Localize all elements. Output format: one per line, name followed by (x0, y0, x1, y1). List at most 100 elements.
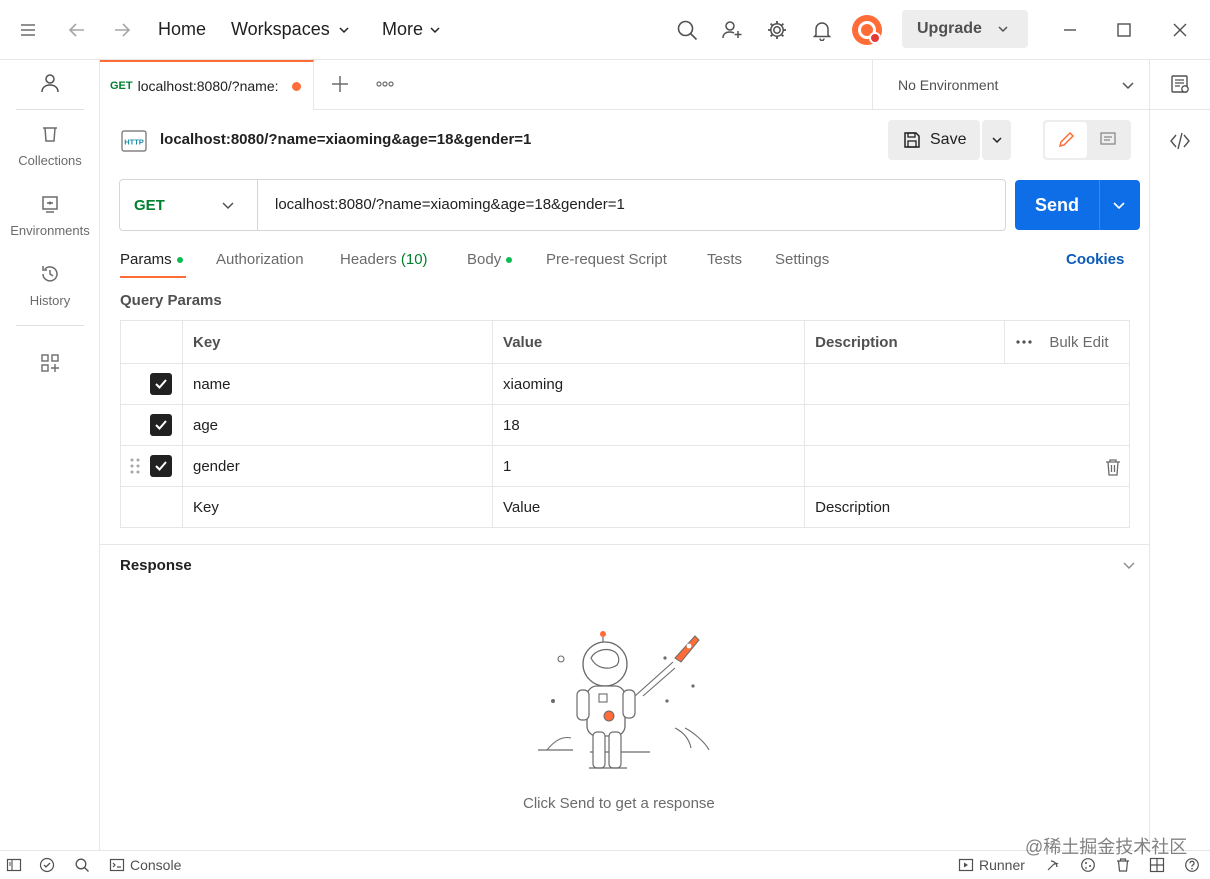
back-arrow-icon[interactable] (67, 20, 87, 40)
comments-button[interactable] (1087, 122, 1129, 158)
upgrade-button[interactable]: Upgrade (902, 10, 1028, 48)
astronaut-rocket-illustration (535, 628, 715, 773)
save-label: Save (930, 131, 967, 148)
tab-headers-label: Headers (340, 251, 397, 268)
left-sidebar: Collections Environments History (0, 60, 100, 850)
invite-user-icon[interactable] (721, 19, 743, 41)
unsaved-dot-icon[interactable] (291, 81, 301, 91)
sidebar-divider (16, 109, 84, 110)
send-button[interactable]: Send (1015, 180, 1140, 230)
more-options-icon[interactable] (1015, 333, 1033, 351)
search-icon[interactable] (676, 19, 698, 41)
tab-headers[interactable]: Headers (10) (340, 251, 428, 268)
bulk-edit-button[interactable]: Bulk Edit (1049, 334, 1108, 351)
toggle-sidebar-icon[interactable] (6, 857, 22, 873)
nav-home[interactable]: Home (158, 19, 206, 40)
menu-icon[interactable] (18, 20, 38, 40)
save-button[interactable]: Save (888, 120, 980, 160)
console-label: Console (130, 857, 182, 873)
param-key[interactable]: gender (181, 445, 494, 487)
trash-icon[interactable] (1115, 857, 1131, 873)
edit-mode-button[interactable] (1045, 122, 1087, 158)
param-description[interactable] (804, 445, 1130, 487)
new-description-input[interactable]: Description (804, 486, 1130, 528)
find-replace-icon[interactable] (74, 857, 90, 873)
param-description[interactable] (804, 404, 1130, 446)
chevron-down-icon (429, 24, 441, 36)
param-key[interactable]: age (181, 404, 494, 446)
environment-quick-look-icon[interactable] (1169, 73, 1191, 95)
nav-more[interactable]: More (382, 19, 441, 40)
window-close-icon[interactable] (1170, 20, 1190, 40)
row-checkbox-cell (120, 486, 183, 528)
row-checkbox[interactable] (150, 455, 172, 477)
tab-body-label: Body (467, 251, 502, 268)
sidebar-item-history[interactable]: History (0, 264, 100, 308)
row-checkbox-cell (120, 445, 183, 487)
settings-gear-icon[interactable] (766, 19, 788, 41)
user-avatar-icon[interactable] (851, 14, 883, 46)
param-description[interactable] (804, 363, 1130, 405)
online-status-icon[interactable] (39, 857, 55, 873)
row-checkbox[interactable] (149, 373, 172, 395)
sidebar-item-environments[interactable]: Environments (0, 194, 100, 238)
new-tab-plus-icon[interactable] (330, 74, 350, 94)
tab-headers-count: (10) (400, 251, 428, 268)
notification-bell-icon[interactable] (811, 19, 833, 41)
runner-button[interactable]: Runner (958, 857, 1025, 873)
delete-trash-icon[interactable] (1105, 458, 1121, 476)
response-empty-hint: Click Send to get a response (523, 795, 715, 812)
param-value[interactable]: xiaoming (492, 363, 806, 405)
param-key[interactable]: name (181, 363, 494, 405)
tab-tests[interactable]: Tests (707, 251, 742, 268)
request-tab[interactable]: GET localhost:8080/?name: (100, 60, 314, 110)
more-tabs-icon[interactable] (375, 74, 395, 94)
cookies-link[interactable]: Cookies (1066, 251, 1124, 268)
sidebar-item-user[interactable] (0, 72, 100, 97)
window-minimize-icon[interactable] (1060, 20, 1080, 40)
new-key-input[interactable]: Key (181, 486, 494, 528)
url-input[interactable]: localhost:8080/?name=xiaoming&age=18&gen… (275, 196, 625, 213)
two-pane-view-icon[interactable] (1149, 857, 1165, 873)
method-select[interactable]: GET (120, 180, 258, 230)
mode-toggle (1043, 120, 1131, 160)
save-options-button[interactable] (982, 120, 1011, 160)
drag-handle-icon[interactable] (129, 457, 141, 475)
row-checkbox-cell (120, 363, 183, 405)
environment-selector[interactable]: No Environment (872, 60, 1150, 110)
sidebar-item-configure[interactable] (0, 353, 100, 376)
chevron-down-icon[interactable] (1122, 558, 1136, 572)
environment-icon (0, 194, 100, 214)
tab-method-badge: GET (110, 80, 133, 92)
new-value-input[interactable]: Value (492, 486, 806, 528)
trash-can-icon (0, 124, 100, 144)
param-value[interactable]: 18 (492, 404, 806, 446)
tab-authorization[interactable]: Authorization (216, 251, 304, 268)
cookies-icon[interactable] (1080, 857, 1096, 873)
chevron-down-icon[interactable] (1112, 198, 1126, 212)
forward-arrow-icon[interactable] (112, 20, 132, 40)
param-value[interactable]: 1 (492, 445, 806, 487)
tab-body[interactable]: Body (467, 251, 513, 268)
table-row: name xiaoming (120, 363, 1130, 405)
request-name[interactable]: localhost:8080/?name=xiaoming&age=18&gen… (160, 131, 531, 148)
tab-prerequest-script[interactable]: Pre-request Script (546, 251, 667, 268)
pencil-icon (1056, 130, 1076, 150)
row-checkbox[interactable] (149, 414, 172, 436)
tab-settings[interactable]: Settings (775, 251, 829, 268)
tab-params[interactable]: Params (120, 251, 183, 268)
response-divider (100, 544, 1149, 545)
url-bar: GET localhost:8080/?name=xiaoming&age=18… (119, 179, 1006, 231)
window-maximize-icon[interactable] (1114, 20, 1134, 40)
console-button[interactable]: Console (109, 857, 181, 873)
runner-label: Runner (979, 857, 1025, 873)
nav-workspaces-label: Workspaces (231, 19, 330, 39)
capture-requests-icon[interactable] (1045, 857, 1061, 873)
chevron-down-icon[interactable] (997, 23, 1009, 35)
chevron-down-icon (991, 134, 1003, 146)
sidebar-item-collections[interactable]: Collections (0, 124, 100, 168)
help-icon[interactable] (1184, 857, 1200, 873)
tab-params-underline (120, 276, 186, 278)
nav-workspaces[interactable]: Workspaces (231, 19, 350, 40)
code-snippet-icon[interactable] (1169, 130, 1191, 152)
